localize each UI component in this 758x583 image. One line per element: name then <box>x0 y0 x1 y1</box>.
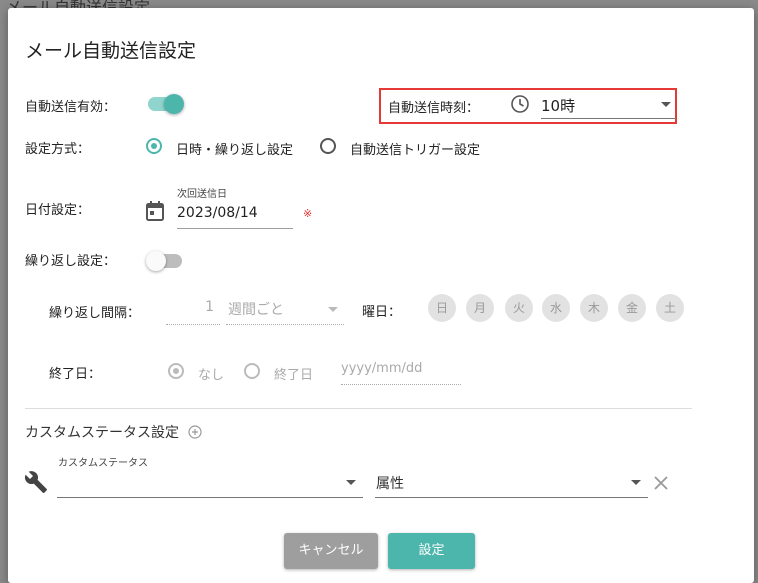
weekday-thu[interactable]: 木 <box>580 294 608 322</box>
dialog-title: メール自動送信設定 <box>25 40 197 62</box>
weekday-sat[interactable]: 土 <box>656 294 684 322</box>
chevron-down-icon <box>346 480 356 485</box>
end-date-option-label: 終了日 <box>274 368 314 383</box>
interval-label: 繰り返し間隔： <box>49 306 141 321</box>
calendar-icon <box>146 201 164 221</box>
cancel-button[interactable]: キャンセル <box>284 533 378 569</box>
method-datetime-radio[interactable] <box>146 138 162 154</box>
custom-status-select[interactable] <box>57 470 363 498</box>
weekday-label: 曜日： <box>362 305 402 320</box>
required-mark: ※ <box>303 207 313 220</box>
clock-icon <box>511 95 529 113</box>
end-date-label: 終了日： <box>49 367 102 382</box>
interval-unit-select[interactable]: 週間ごと <box>226 296 344 326</box>
close-icon[interactable] <box>653 475 669 491</box>
attribute-label: 属性 <box>376 476 404 492</box>
send-time-value: 10時 <box>541 97 576 115</box>
custom-status-caption: カスタムステータス <box>58 458 148 469</box>
end-date-placeholder: yyyy/mm/dd <box>341 361 423 376</box>
end-none-label: なし <box>198 368 225 383</box>
method-datetime-label: 日時・繰り返し設定 <box>176 143 294 158</box>
auto-send-toggle[interactable] <box>148 94 184 114</box>
end-none-radio[interactable] <box>168 363 184 379</box>
method-trigger-radio[interactable] <box>320 138 336 154</box>
interval-unit-value: 週間ごと <box>228 302 284 318</box>
chevron-down-icon <box>328 307 338 312</box>
next-send-date-caption: 次回送信日 <box>177 189 227 200</box>
send-time-select[interactable]: 10時 <box>541 92 676 120</box>
weekday-fri[interactable]: 金 <box>618 294 646 322</box>
chevron-down-icon <box>631 480 641 485</box>
wrench-icon <box>24 471 47 493</box>
weekday-wed[interactable]: 水 <box>542 294 570 322</box>
end-date-radio[interactable] <box>244 363 260 379</box>
next-send-date-input[interactable]: 2023/08/14 <box>177 204 293 230</box>
end-date-input[interactable]: yyyy/mm/dd <box>341 358 461 386</box>
section-divider <box>25 408 692 409</box>
attribute-select[interactable]: 属性 <box>375 470 648 498</box>
repeat-label: 繰り返し設定： <box>25 254 117 269</box>
weekday-sun[interactable]: 日 <box>428 294 456 322</box>
send-time-label: 自動送信時刻： <box>388 101 480 116</box>
weekday-tue[interactable]: 火 <box>505 294 533 322</box>
weekday-mon[interactable]: 月 <box>466 294 494 322</box>
interval-count-input[interactable]: 1 <box>166 296 220 326</box>
date-label: 日付設定： <box>25 203 91 218</box>
chevron-down-icon <box>661 102 671 107</box>
add-circle-icon[interactable] <box>188 425 202 439</box>
submit-button[interactable]: 設定 <box>388 533 475 569</box>
interval-count-value: 1 <box>205 299 214 315</box>
auto-send-label: 自動送信有効： <box>25 100 117 115</box>
repeat-toggle[interactable] <box>146 251 182 271</box>
method-label: 設定方式： <box>25 142 91 157</box>
custom-status-section-label: カスタムステータス設定 <box>25 425 179 441</box>
auto-send-settings-dialog: メール自動送信設定 自動送信有効： 自動送信時刻： 10時 設定方式： 日時・繰… <box>8 8 754 583</box>
next-send-date-value: 2023/08/14 <box>177 205 258 221</box>
method-trigger-label: 自動送信トリガー設定 <box>350 143 481 158</box>
